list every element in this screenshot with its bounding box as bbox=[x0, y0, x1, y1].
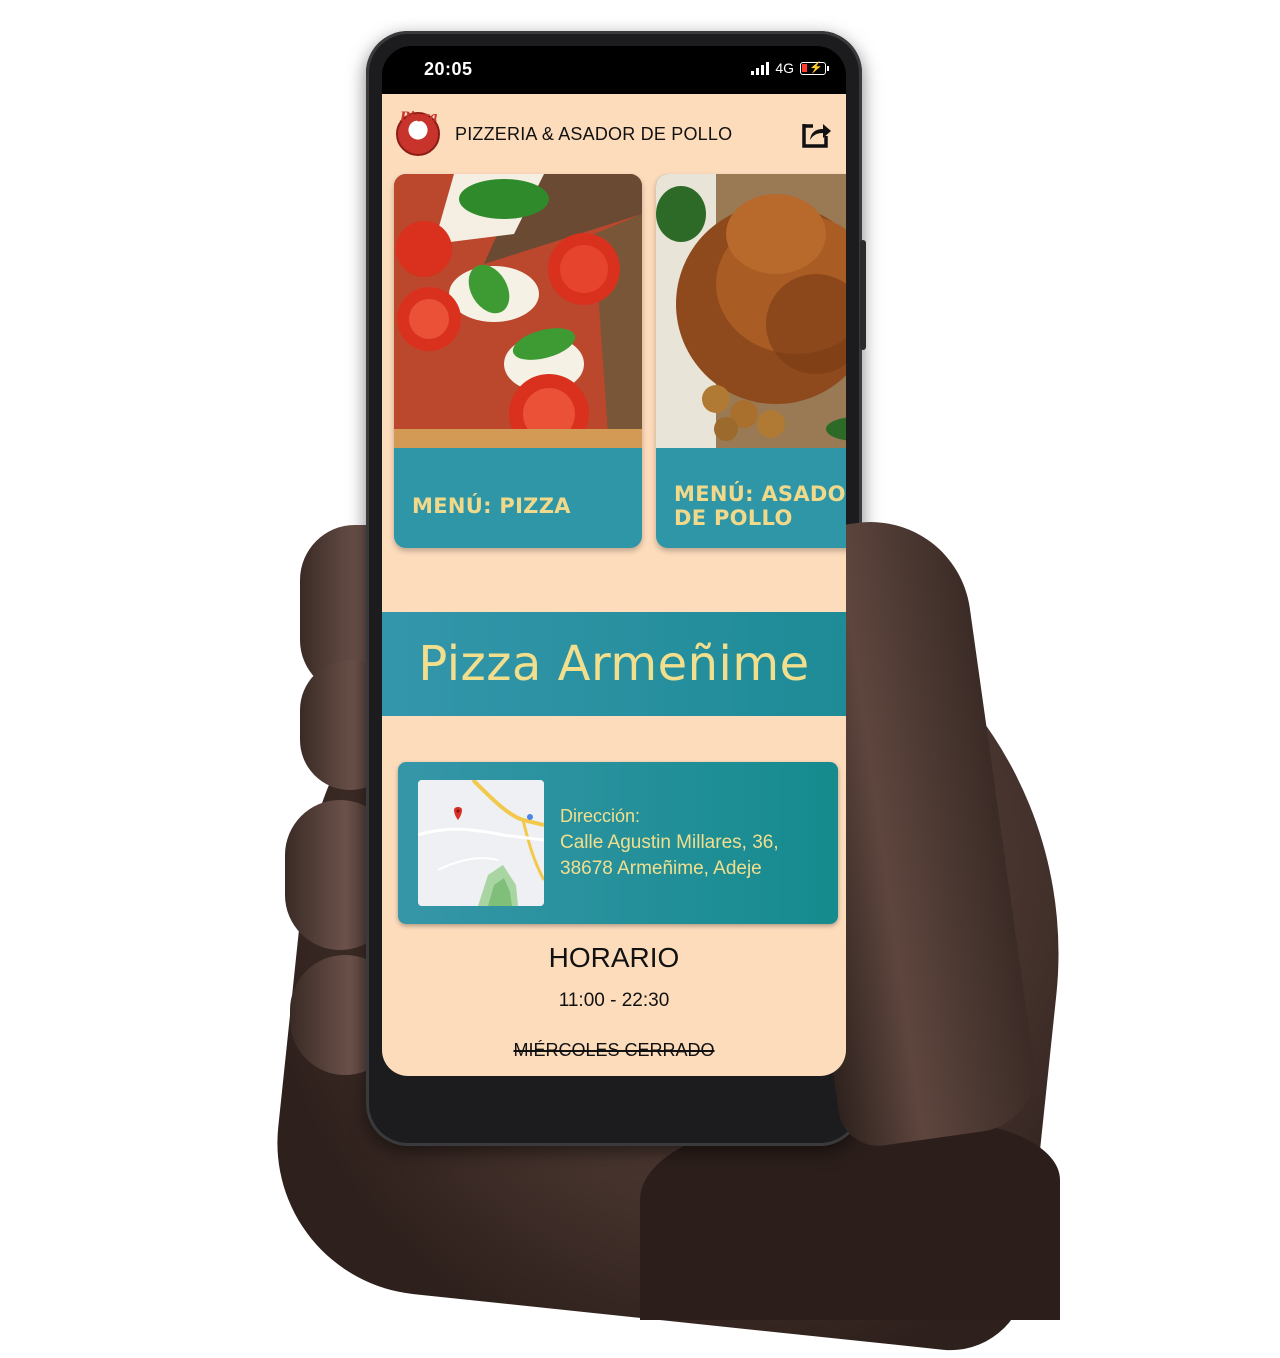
app-bar: Pizza PIZZERIA & ASADOR DE POLLO bbox=[382, 94, 846, 172]
share-icon[interactable] bbox=[800, 118, 832, 150]
menu-card-label: MENÚ: PIZZA bbox=[412, 494, 571, 518]
menu-card-label: MENÚ: ASADOR DE POLLO bbox=[674, 482, 846, 530]
menu-cards: MENÚ: PIZZA MENÚ: ASADOR DE bbox=[394, 174, 846, 548]
app-title: PIZZERIA & ASADOR DE POLLO bbox=[455, 124, 733, 144]
pizza-photo bbox=[394, 174, 642, 448]
closed-day-text: MIÉRCOLES CERRADO bbox=[513, 1040, 715, 1060]
phone-screen: 20:05 4G ⚡ Pizza PIZZERIA & ASADOR DE PO… bbox=[382, 46, 846, 1076]
roast-chicken-photo bbox=[656, 174, 846, 448]
app-content[interactable]: Pizza PIZZERIA & ASADOR DE POLLO MENÚ: P… bbox=[382, 94, 846, 1076]
map-thumbnail[interactable] bbox=[418, 780, 544, 906]
status-indicators: 4G ⚡ bbox=[751, 60, 829, 76]
address-city: 38678 Armeñime, Adeje bbox=[560, 858, 762, 879]
battery-icon: ⚡ bbox=[800, 61, 829, 75]
menu-card-pizza[interactable]: MENÚ: PIZZA bbox=[394, 174, 642, 548]
status-time: 20:05 bbox=[424, 59, 473, 79]
signal-icon bbox=[751, 61, 770, 75]
status-bar: 20:05 4G ⚡ bbox=[382, 46, 846, 94]
schedule-hours: 11:00 - 22:30 bbox=[558, 990, 670, 1011]
menu-card-chicken[interactable]: MENÚ: ASADOR DE POLLO bbox=[656, 174, 846, 548]
phone-side-button bbox=[860, 240, 866, 350]
restaurant-banner: Pizza Armeñime bbox=[382, 612, 846, 716]
schedule-closed-day: MIÉRCOLES CERRADO bbox=[382, 1040, 846, 1061]
logo-text: Pizza bbox=[400, 110, 438, 125]
schedule-title: HORARIO bbox=[548, 942, 680, 973]
address-label: Dirección: bbox=[560, 806, 641, 826]
address-card[interactable]: Dirección: Calle Agustin Millares, 36, 3… bbox=[398, 762, 838, 924]
address-street: Calle Agustin Millares, 36, bbox=[560, 832, 779, 853]
network-type: 4G bbox=[775, 60, 794, 76]
restaurant-name: Pizza Armeñime bbox=[418, 636, 810, 692]
hand-wrist bbox=[640, 1120, 1060, 1320]
restaurant-logo[interactable]: Pizza bbox=[396, 110, 440, 156]
